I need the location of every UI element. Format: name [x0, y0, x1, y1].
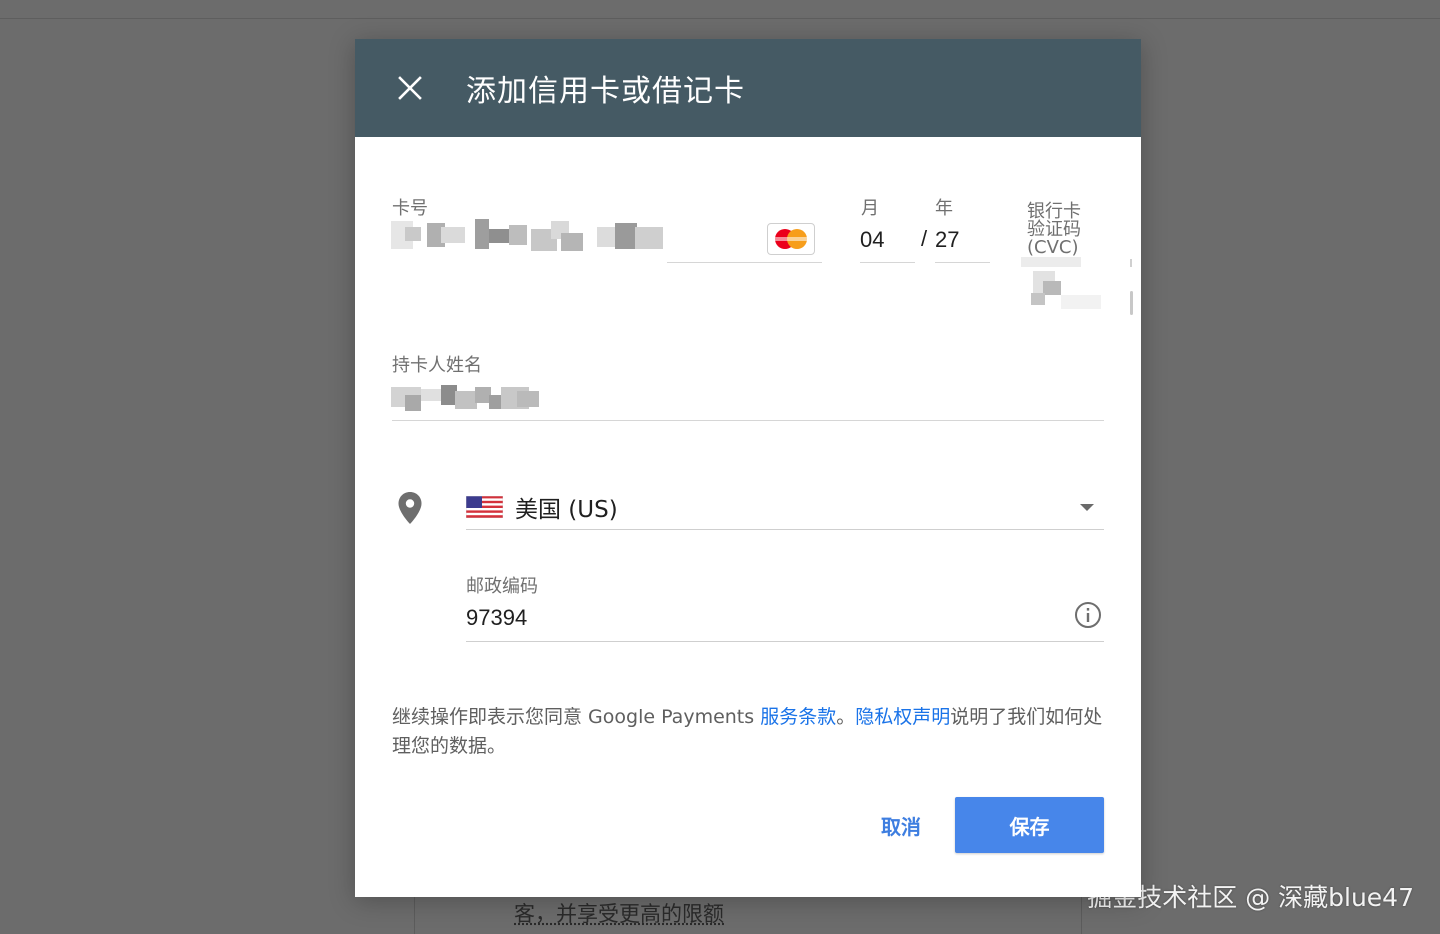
cardholder-name-underline	[392, 420, 1104, 421]
terms-text: 继续操作即表示您同意 Google Payments 服务条款。隐私权声明说明了…	[392, 703, 1108, 761]
dialog-title: 添加信用卡或借记卡	[466, 74, 745, 109]
expiry-year-input[interactable]: 27	[935, 227, 959, 253]
location-pin-icon	[398, 492, 422, 524]
add-card-dialog: 添加信用卡或借记卡 卡号 月 年 04 / 27 银行卡 验证码 (CVC) 持…	[355, 39, 1141, 897]
us-flag-icon	[466, 496, 503, 518]
info-icon[interactable]	[1073, 600, 1103, 630]
background-divider	[0, 18, 1440, 19]
chevron-down-icon[interactable]	[1080, 504, 1094, 511]
cardholder-name-label: 持卡人姓名	[392, 355, 482, 376]
terms-of-service-link[interactable]: 服务条款	[760, 706, 836, 728]
cvc-scroll-mark	[1130, 259, 1132, 267]
privacy-notice-link[interactable]: 隐私权声明	[855, 706, 950, 728]
cvc-label: 银行卡 验证码 (CVC)	[1027, 203, 1081, 257]
postal-code-underline	[466, 641, 1104, 642]
cancel-button[interactable]: 取消	[859, 797, 943, 853]
background-text: 客，并享受更高的限额	[514, 902, 724, 926]
country-select[interactable]: 美国 (US)	[515, 490, 618, 524]
card-number-input[interactable]	[391, 217, 663, 257]
cvc-scrollbar[interactable]	[1130, 291, 1133, 315]
card-number-underline	[667, 262, 822, 263]
expiry-month-underline	[860, 262, 915, 263]
expiry-year-label: 年	[935, 198, 953, 219]
close-button[interactable]	[380, 58, 440, 118]
cvc-input[interactable]	[1021, 255, 1111, 313]
cardholder-name-input[interactable]	[391, 381, 557, 417]
terms-separator: 。	[836, 706, 856, 728]
expiry-separator: /	[921, 226, 928, 251]
terms-prefix: 继续操作即表示您同意 Google Payments	[392, 706, 761, 728]
postal-code-input[interactable]: 97394	[466, 605, 527, 631]
expiry-year-underline	[935, 262, 990, 263]
save-button[interactable]: 保存	[955, 797, 1104, 853]
mastercard-badge	[767, 223, 815, 255]
postal-code-label: 邮政编码	[466, 576, 538, 597]
dialog-header: 添加信用卡或借记卡	[355, 39, 1141, 137]
mastercard-icon	[774, 229, 808, 249]
expiry-month-label: 月	[861, 198, 879, 219]
close-icon	[398, 76, 422, 100]
country-underline	[466, 529, 1104, 530]
expiry-month-input[interactable]: 04	[860, 227, 884, 253]
